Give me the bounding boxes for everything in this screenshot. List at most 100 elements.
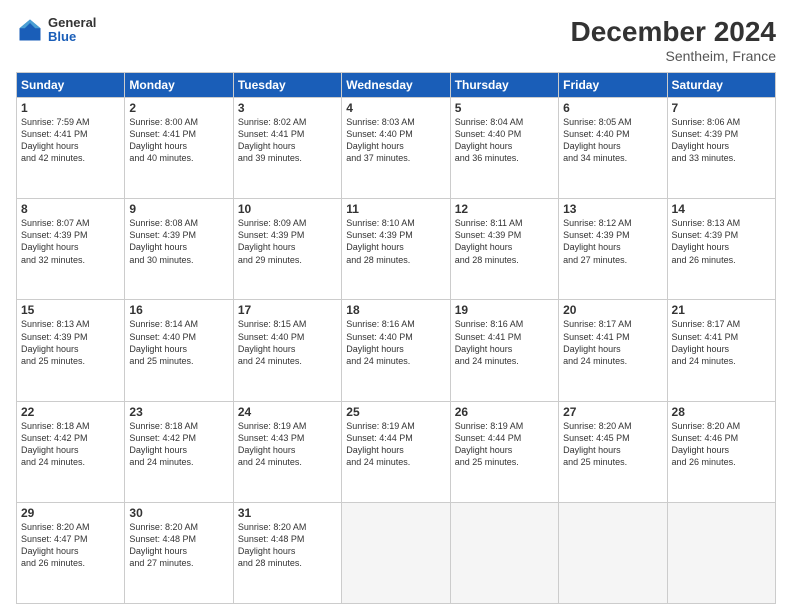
day-number: 16 — [129, 303, 228, 317]
cell-text: Sunrise: 8:17 AMSunset: 4:41 PMDaylight … — [672, 319, 741, 365]
day-number: 22 — [21, 405, 120, 419]
calendar-cell: 16 Sunrise: 8:14 AMSunset: 4:40 PMDaylig… — [125, 300, 233, 401]
cell-text: Sunrise: 7:59 AMSunset: 4:41 PMDaylight … — [21, 117, 90, 163]
col-friday: Friday — [559, 73, 667, 98]
cell-text: Sunrise: 8:08 AMSunset: 4:39 PMDaylight … — [129, 218, 198, 264]
day-number: 12 — [455, 202, 554, 216]
calendar-cell: 22 Sunrise: 8:18 AMSunset: 4:42 PMDaylig… — [17, 401, 125, 502]
cell-text: Sunrise: 8:18 AMSunset: 4:42 PMDaylight … — [129, 421, 198, 467]
day-number: 21 — [672, 303, 771, 317]
calendar-cell: 17 Sunrise: 8:15 AMSunset: 4:40 PMDaylig… — [233, 300, 341, 401]
table-row: 22 Sunrise: 8:18 AMSunset: 4:42 PMDaylig… — [17, 401, 776, 502]
calendar-cell: 8 Sunrise: 8:07 AMSunset: 4:39 PMDayligh… — [17, 199, 125, 300]
header: General Blue December 2024 Sentheim, Fra… — [16, 16, 776, 64]
table-row: 15 Sunrise: 8:13 AMSunset: 4:39 PMDaylig… — [17, 300, 776, 401]
day-number: 2 — [129, 101, 228, 115]
calendar-cell: 30 Sunrise: 8:20 AMSunset: 4:48 PMDaylig… — [125, 502, 233, 603]
page: General Blue December 2024 Sentheim, Fra… — [0, 0, 792, 612]
cell-text: Sunrise: 8:12 AMSunset: 4:39 PMDaylight … — [563, 218, 632, 264]
cell-text: Sunrise: 8:11 AMSunset: 4:39 PMDaylight … — [455, 218, 523, 264]
logo-text: General Blue — [48, 16, 96, 45]
calendar-title: December 2024 — [571, 16, 776, 48]
day-number: 3 — [238, 101, 337, 115]
calendar-cell: 1 Sunrise: 7:59 AMSunset: 4:41 PMDayligh… — [17, 98, 125, 199]
calendar-cell: 29 Sunrise: 8:20 AMSunset: 4:47 PMDaylig… — [17, 502, 125, 603]
cell-text: Sunrise: 8:18 AMSunset: 4:42 PMDaylight … — [21, 421, 90, 467]
logo-icon — [16, 16, 44, 44]
cell-text: Sunrise: 8:20 AMSunset: 4:47 PMDaylight … — [21, 522, 90, 568]
calendar-header-row: Sunday Monday Tuesday Wednesday Thursday… — [17, 73, 776, 98]
calendar-cell: 6 Sunrise: 8:05 AMSunset: 4:40 PMDayligh… — [559, 98, 667, 199]
col-thursday: Thursday — [450, 73, 558, 98]
calendar-cell: 3 Sunrise: 8:02 AMSunset: 4:41 PMDayligh… — [233, 98, 341, 199]
day-number: 6 — [563, 101, 662, 115]
day-number: 8 — [21, 202, 120, 216]
day-number: 29 — [21, 506, 120, 520]
cell-text: Sunrise: 8:20 AMSunset: 4:48 PMDaylight … — [238, 522, 307, 568]
calendar-cell: 26 Sunrise: 8:19 AMSunset: 4:44 PMDaylig… — [450, 401, 558, 502]
cell-text: Sunrise: 8:19 AMSunset: 4:43 PMDaylight … — [238, 421, 307, 467]
calendar-cell: 10 Sunrise: 8:09 AMSunset: 4:39 PMDaylig… — [233, 199, 341, 300]
cell-text: Sunrise: 8:16 AMSunset: 4:41 PMDaylight … — [455, 319, 524, 365]
logo: General Blue — [16, 16, 96, 45]
calendar-cell: 5 Sunrise: 8:04 AMSunset: 4:40 PMDayligh… — [450, 98, 558, 199]
cell-text: Sunrise: 8:14 AMSunset: 4:40 PMDaylight … — [129, 319, 198, 365]
cell-text: Sunrise: 8:04 AMSunset: 4:40 PMDaylight … — [455, 117, 524, 163]
day-number: 1 — [21, 101, 120, 115]
cell-text: Sunrise: 8:02 AMSunset: 4:41 PMDaylight … — [238, 117, 307, 163]
table-row: 1 Sunrise: 7:59 AMSunset: 4:41 PMDayligh… — [17, 98, 776, 199]
calendar-cell — [667, 502, 775, 603]
col-tuesday: Tuesday — [233, 73, 341, 98]
calendar-cell: 9 Sunrise: 8:08 AMSunset: 4:39 PMDayligh… — [125, 199, 233, 300]
calendar-subtitle: Sentheim, France — [571, 48, 776, 64]
calendar-cell: 2 Sunrise: 8:00 AMSunset: 4:41 PMDayligh… — [125, 98, 233, 199]
col-monday: Monday — [125, 73, 233, 98]
day-number: 28 — [672, 405, 771, 419]
title-block: December 2024 Sentheim, France — [571, 16, 776, 64]
cell-text: Sunrise: 8:06 AMSunset: 4:39 PMDaylight … — [672, 117, 741, 163]
cell-text: Sunrise: 8:09 AMSunset: 4:39 PMDaylight … — [238, 218, 307, 264]
calendar-cell: 4 Sunrise: 8:03 AMSunset: 4:40 PMDayligh… — [342, 98, 450, 199]
cell-text: Sunrise: 8:20 AMSunset: 4:46 PMDaylight … — [672, 421, 741, 467]
calendar-cell: 23 Sunrise: 8:18 AMSunset: 4:42 PMDaylig… — [125, 401, 233, 502]
calendar-cell: 11 Sunrise: 8:10 AMSunset: 4:39 PMDaylig… — [342, 199, 450, 300]
calendar-cell: 21 Sunrise: 8:17 AMSunset: 4:41 PMDaylig… — [667, 300, 775, 401]
calendar-cell: 25 Sunrise: 8:19 AMSunset: 4:44 PMDaylig… — [342, 401, 450, 502]
calendar-cell — [450, 502, 558, 603]
day-number: 17 — [238, 303, 337, 317]
calendar-cell: 18 Sunrise: 8:16 AMSunset: 4:40 PMDaylig… — [342, 300, 450, 401]
day-number: 10 — [238, 202, 337, 216]
day-number: 15 — [21, 303, 120, 317]
calendar-table: Sunday Monday Tuesday Wednesday Thursday… — [16, 72, 776, 604]
cell-text: Sunrise: 8:07 AMSunset: 4:39 PMDaylight … — [21, 218, 90, 264]
calendar-cell: 7 Sunrise: 8:06 AMSunset: 4:39 PMDayligh… — [667, 98, 775, 199]
calendar-cell: 24 Sunrise: 8:19 AMSunset: 4:43 PMDaylig… — [233, 401, 341, 502]
day-number: 13 — [563, 202, 662, 216]
calendar-cell: 13 Sunrise: 8:12 AMSunset: 4:39 PMDaylig… — [559, 199, 667, 300]
calendar-cell — [342, 502, 450, 603]
cell-text: Sunrise: 8:00 AMSunset: 4:41 PMDaylight … — [129, 117, 198, 163]
cell-text: Sunrise: 8:05 AMSunset: 4:40 PMDaylight … — [563, 117, 632, 163]
calendar-cell: 27 Sunrise: 8:20 AMSunset: 4:45 PMDaylig… — [559, 401, 667, 502]
day-number: 23 — [129, 405, 228, 419]
day-number: 4 — [346, 101, 445, 115]
day-number: 14 — [672, 202, 771, 216]
day-number: 18 — [346, 303, 445, 317]
day-number: 9 — [129, 202, 228, 216]
day-number: 24 — [238, 405, 337, 419]
day-number: 30 — [129, 506, 228, 520]
cell-text: Sunrise: 8:13 AMSunset: 4:39 PMDaylight … — [21, 319, 90, 365]
cell-text: Sunrise: 8:13 AMSunset: 4:39 PMDaylight … — [672, 218, 741, 264]
cell-text: Sunrise: 8:03 AMSunset: 4:40 PMDaylight … — [346, 117, 415, 163]
day-number: 20 — [563, 303, 662, 317]
day-number: 25 — [346, 405, 445, 419]
table-row: 8 Sunrise: 8:07 AMSunset: 4:39 PMDayligh… — [17, 199, 776, 300]
calendar-cell: 15 Sunrise: 8:13 AMSunset: 4:39 PMDaylig… — [17, 300, 125, 401]
day-number: 27 — [563, 405, 662, 419]
logo-general: General — [48, 16, 96, 30]
calendar-cell: 19 Sunrise: 8:16 AMSunset: 4:41 PMDaylig… — [450, 300, 558, 401]
cell-text: Sunrise: 8:17 AMSunset: 4:41 PMDaylight … — [563, 319, 632, 365]
cell-text: Sunrise: 8:15 AMSunset: 4:40 PMDaylight … — [238, 319, 307, 365]
day-number: 7 — [672, 101, 771, 115]
day-number: 19 — [455, 303, 554, 317]
